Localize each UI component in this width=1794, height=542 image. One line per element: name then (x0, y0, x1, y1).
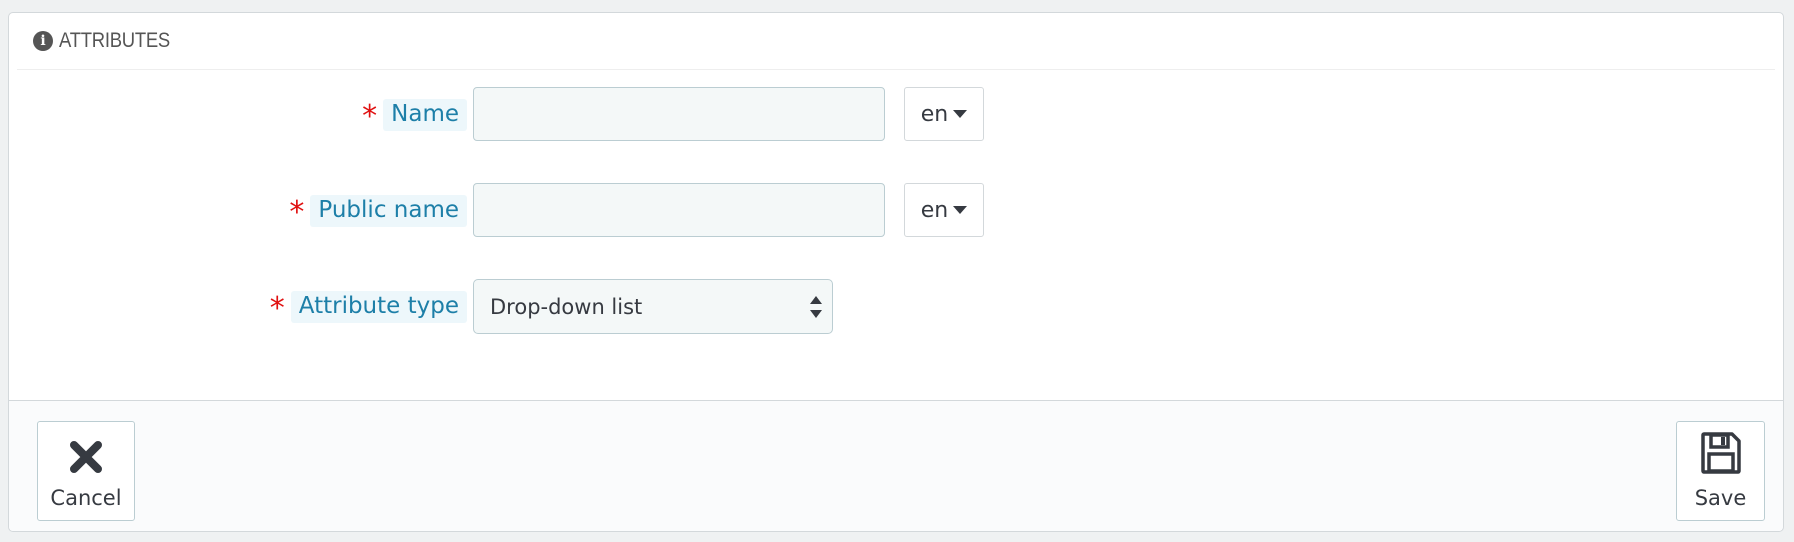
save-button-label: Save (1694, 486, 1747, 510)
required-marker: * (269, 291, 285, 326)
select-arrows-icon (810, 296, 822, 318)
label-group-attribute-type: * Attribute type (270, 289, 467, 325)
caret-down-icon (953, 110, 968, 118)
public-name-input[interactable] (473, 183, 885, 237)
panel-title: ATTRIBUTES (59, 29, 170, 52)
name-input[interactable] (473, 87, 885, 141)
panel-heading: i ATTRIBUTES (17, 13, 1775, 70)
label-group-public-name: * Public name (289, 193, 467, 229)
language-label: en (920, 197, 949, 223)
attribute-type-label: Attribute type (290, 291, 467, 323)
required-marker: * (289, 195, 305, 230)
info-circle-icon: i (33, 31, 53, 51)
public-name-language-dropdown[interactable]: en (904, 183, 984, 237)
attribute-type-selected-value: Drop-down list (490, 294, 643, 319)
cancel-button-label: Cancel (50, 486, 122, 510)
form-row-attribute-type: * Attribute type Drop-down list (9, 279, 1783, 335)
form-row-name: * Name en (9, 87, 1783, 143)
public-name-label: Public name (310, 195, 467, 227)
name-language-dropdown[interactable]: en (904, 87, 984, 141)
close-icon (68, 439, 104, 480)
floppy-disk-icon (1700, 431, 1742, 480)
label-group-name: * Name (362, 97, 467, 133)
name-label: Name (383, 99, 467, 131)
form-row-public-name: * Public name en (9, 183, 1783, 239)
caret-down-icon (953, 206, 968, 214)
required-marker: * (362, 99, 378, 134)
cancel-button[interactable]: Cancel (37, 421, 135, 521)
language-label: en (920, 101, 949, 127)
save-button[interactable]: Save (1676, 421, 1765, 521)
panel-footer: Cancel Save (9, 400, 1783, 531)
attributes-panel: i ATTRIBUTES * Name en * Public name en … (8, 12, 1784, 532)
attribute-type-select[interactable]: Drop-down list (473, 279, 833, 334)
